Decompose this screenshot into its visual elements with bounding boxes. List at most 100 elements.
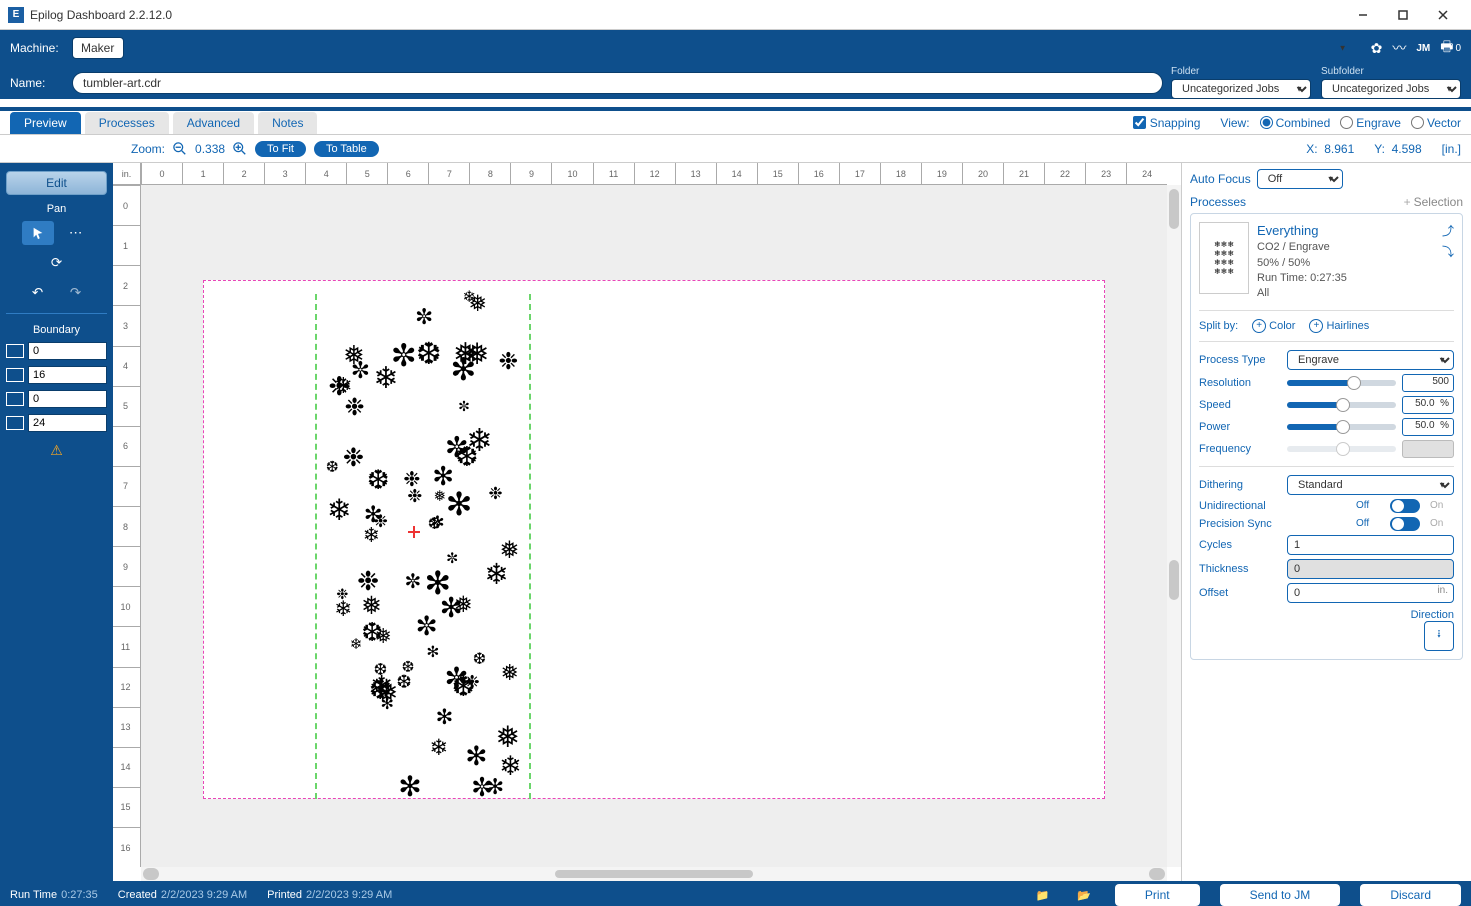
discard-button[interactable]: Discard bbox=[1360, 884, 1461, 906]
artwork: ❄❅❆✻✼❉❄❅❆✻✼❉❄❅❆✻✼❉❄❅❆✻✼❉❄❅❆✻✼❉❄❅❆✻✼❉❄❅❆✻… bbox=[326, 280, 521, 812]
canvas-area[interactable]: in. 012345678910111213141516171819202122… bbox=[113, 163, 1181, 881]
footer: Run Time 0:27:35 Created 2/2/2023 9:29 A… bbox=[0, 881, 1471, 906]
zoom-in-icon[interactable] bbox=[233, 142, 247, 156]
runtime-value: 0:27:35 bbox=[61, 889, 98, 901]
dithering-select[interactable]: Standard bbox=[1287, 475, 1454, 495]
speed-label: Speed bbox=[1199, 399, 1281, 411]
export-icon[interactable]: ⤴ bbox=[1442, 222, 1454, 239]
scrollbar-vertical[interactable] bbox=[1167, 185, 1181, 867]
folder-select[interactable]: Uncategorized Jobs bbox=[1171, 79, 1311, 99]
boundary-left-input[interactable] bbox=[28, 366, 107, 384]
speed-value[interactable]: 50.0 % bbox=[1402, 396, 1454, 414]
boundary-top-input[interactable] bbox=[28, 342, 107, 360]
zoom-to-table-button[interactable]: To Table bbox=[314, 141, 379, 157]
selection-link[interactable]: +Selection bbox=[1404, 195, 1463, 209]
boundary-right-input[interactable] bbox=[28, 390, 107, 408]
scroll-right-icon[interactable] bbox=[1149, 868, 1165, 880]
speed-slider[interactable] bbox=[1287, 402, 1396, 408]
canvas[interactable]: ❄❅❆✻✼❉❄❅❆✻✼❉❄❅❆✻✼❉❄❅❆✻✼❉❄❅❆✻✼❉❄❅❆✻✼❉❄❅❆✻… bbox=[141, 185, 1167, 867]
ruler-vertical: 012345678910111213141516 bbox=[113, 185, 141, 867]
maximize-button[interactable] bbox=[1383, 1, 1423, 29]
snapping-toggle[interactable]: Snapping bbox=[1133, 116, 1201, 130]
boundary-bottom-input[interactable] bbox=[28, 414, 107, 432]
folder-label: Folder bbox=[1171, 66, 1311, 77]
boundary-left-icon bbox=[6, 368, 24, 382]
scroll-left-icon[interactable] bbox=[143, 868, 159, 880]
send-to-jm-button[interactable]: Send to JM bbox=[1220, 884, 1341, 906]
folder-in-icon[interactable]: 📁 bbox=[1032, 889, 1054, 902]
power-value[interactable]: 50.0 % bbox=[1402, 418, 1454, 436]
pointer-tool[interactable] bbox=[22, 221, 54, 245]
view-combined[interactable]: Combined bbox=[1260, 116, 1331, 130]
view-engrave[interactable]: Engrave bbox=[1340, 116, 1401, 130]
sidebar: Edit Pan ⋯ ⟳ ↶ ↷ Boundary ⚠ bbox=[0, 163, 113, 881]
folder-out-icon[interactable]: 📂 bbox=[1073, 889, 1095, 902]
activity-icon[interactable]: 〰 bbox=[1392, 38, 1406, 58]
ruler-corner: in. bbox=[113, 163, 141, 185]
app-icon: E bbox=[8, 7, 24, 23]
process-sp-line: 50% / 50% bbox=[1257, 256, 1434, 271]
offset-label: Offset bbox=[1199, 587, 1281, 599]
thickness-label: Thickness bbox=[1199, 563, 1281, 575]
precision-sync-toggle[interactable] bbox=[1390, 517, 1420, 531]
boundary-bottom-icon bbox=[6, 416, 24, 430]
undo-tool[interactable]: ↶ bbox=[22, 281, 54, 305]
offset-input[interactable] bbox=[1287, 583, 1454, 603]
view-label: View: bbox=[1220, 116, 1249, 130]
zoom-out-icon[interactable] bbox=[173, 142, 187, 156]
print-button[interactable]: Print bbox=[1115, 884, 1200, 906]
resolution-slider[interactable] bbox=[1287, 380, 1396, 386]
process-all-line: All bbox=[1257, 286, 1434, 301]
boundary-label: Boundary bbox=[33, 324, 80, 336]
edit-button[interactable]: Edit bbox=[6, 171, 107, 195]
redo-tool[interactable]: ↷ bbox=[60, 281, 92, 305]
name-input[interactable] bbox=[72, 72, 1163, 94]
machine-label: Machine: bbox=[10, 41, 64, 55]
process-card: ❄❄❄❄❄❄❄❄❄❄❄❄ Everything CO2 / Engrave 50… bbox=[1190, 213, 1463, 660]
minimize-button[interactable] bbox=[1343, 1, 1383, 29]
close-button[interactable] bbox=[1423, 1, 1463, 29]
zoom-to-fit-button[interactable]: To Fit bbox=[255, 141, 306, 157]
tab-processes[interactable]: Processes bbox=[85, 112, 169, 134]
process-thumbnail: ❄❄❄❄❄❄❄❄❄❄❄❄ bbox=[1199, 222, 1249, 294]
split-color-button[interactable]: +Color bbox=[1252, 319, 1295, 333]
frequency-slider bbox=[1287, 446, 1396, 452]
machine-select[interactable]: Maker bbox=[72, 37, 124, 59]
printed-label: Printed bbox=[267, 889, 302, 901]
header-toolbar: ✿ 〰 JM 🖶 0 bbox=[1371, 36, 1461, 60]
import-icon[interactable]: ⤵ bbox=[1442, 243, 1454, 260]
processes-title: Processes bbox=[1190, 195, 1246, 209]
scrollbar-horizontal[interactable] bbox=[141, 867, 1167, 881]
autofocus-select[interactable]: Off bbox=[1257, 169, 1343, 189]
ruler-horizontal: 0123456789101112131415161718192021222324 bbox=[141, 163, 1167, 185]
tab-advanced[interactable]: Advanced bbox=[173, 112, 254, 134]
process-type-label: Process Type bbox=[1199, 354, 1281, 366]
tabs-bar: Preview Processes Advanced Notes Snappin… bbox=[0, 107, 1471, 135]
process-name[interactable]: Everything bbox=[1257, 222, 1434, 240]
settings-icon[interactable]: ✿ bbox=[1371, 40, 1383, 57]
printer-icon[interactable]: 🖶 0 bbox=[1440, 36, 1461, 60]
subfolder-select[interactable]: Uncategorized Jobs bbox=[1321, 79, 1461, 99]
direction-label: Direction bbox=[1199, 609, 1454, 621]
cycles-input[interactable] bbox=[1287, 535, 1454, 555]
split-hairlines-button[interactable]: +Hairlines bbox=[1309, 319, 1369, 333]
created-label: Created bbox=[118, 889, 157, 901]
unidirectional-toggle[interactable] bbox=[1390, 499, 1420, 513]
right-panel: Auto Focus Off Processes +Selection ❄❄❄❄… bbox=[1181, 163, 1471, 881]
power-slider[interactable] bbox=[1287, 424, 1396, 430]
app-title: Epilog Dashboard 2.2.12.0 bbox=[30, 8, 1343, 22]
direction-button[interactable]: ⭭ bbox=[1424, 621, 1454, 651]
tab-notes[interactable]: Notes bbox=[258, 112, 317, 134]
process-type-line: CO2 / Engrave bbox=[1257, 240, 1434, 255]
frequency-label: Frequency bbox=[1199, 443, 1281, 455]
y-value: 4.598 bbox=[1392, 142, 1422, 156]
boundary-right-icon bbox=[6, 392, 24, 406]
jm-icon[interactable]: JM bbox=[1416, 43, 1430, 54]
tab-preview[interactable]: Preview bbox=[10, 112, 81, 134]
view-vector[interactable]: Vector bbox=[1411, 116, 1461, 130]
process-type-select[interactable]: Engrave bbox=[1287, 350, 1454, 370]
resolution-value[interactable]: 500 bbox=[1402, 374, 1454, 392]
refresh-tool[interactable]: ⟳ bbox=[41, 251, 73, 275]
autofocus-label: Auto Focus bbox=[1190, 172, 1251, 186]
pan-tool[interactable]: ⋯ bbox=[60, 221, 92, 245]
